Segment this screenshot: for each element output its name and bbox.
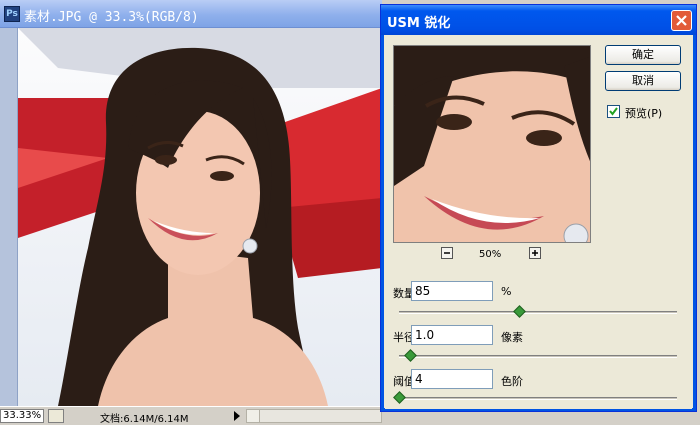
canvas-left-margin	[0, 28, 18, 406]
preview-face-closeup	[394, 46, 590, 242]
radius-slider-track[interactable]	[399, 355, 677, 358]
dialog-body: 50% 确定 取消 预览(P) 数量(A): 85 % 半径(R): 1.0 像…	[385, 35, 692, 409]
status-bar: 33.33% 文档:6.14M/6.14M	[0, 406, 382, 425]
amount-unit: %	[501, 285, 512, 298]
radius-input[interactable]: 1.0	[411, 325, 493, 345]
zoom-out-button[interactable]	[441, 247, 453, 259]
preview-label: 预览(P)	[625, 107, 663, 120]
preview-zoom-level: 50%	[479, 249, 502, 260]
document-title: 素材.JPG @ 33.3%(RGB/8)	[24, 10, 199, 25]
background-red-stripe-right	[278, 198, 382, 278]
status-arrow-icon[interactable]	[232, 410, 242, 422]
status-navigator-button[interactable]	[48, 409, 64, 423]
earring	[242, 238, 258, 254]
preview-window[interactable]	[393, 45, 591, 243]
radius-slider-thumb[interactable]	[404, 349, 417, 362]
document-size-info: 文档:6.14M/6.14M	[100, 414, 189, 425]
scroll-left-button[interactable]	[247, 410, 260, 422]
horizontal-scrollbar[interactable]	[246, 409, 382, 423]
threshold-slider-thumb[interactable]	[393, 391, 406, 404]
dialog-titlebar[interactable]: USM 锐化	[381, 5, 696, 35]
threshold-slider-track[interactable]	[399, 397, 677, 400]
document-titlebar[interactable]: Ps 素材.JPG @ 33.3%(RGB/8)	[0, 0, 382, 28]
cancel-button[interactable]: 取消	[605, 71, 681, 91]
amount-input[interactable]: 85	[411, 281, 493, 301]
image-canvas[interactable]	[18, 28, 382, 406]
close-button[interactable]	[671, 10, 692, 31]
document-window: Ps 素材.JPG @ 33.3%(RGB/8) 33.33% 文档:6.14M…	[0, 0, 382, 425]
zoom-out-icon	[444, 252, 450, 254]
left-eye	[155, 155, 177, 165]
amount-slider-track[interactable]	[399, 311, 677, 314]
close-icon	[676, 15, 687, 26]
zoom-level-field[interactable]: 33.33%	[0, 409, 44, 423]
photoshop-app-icon: Ps	[4, 6, 20, 22]
photo-portrait	[18, 28, 382, 406]
checkbox-checked-icon	[609, 107, 618, 116]
unsharp-mask-dialog: USM 锐化 50% 确定 取消 预览(P) 85 % 1.0 像素 4 色阶	[380, 4, 697, 412]
threshold-unit: 色阶	[501, 375, 523, 388]
ok-button[interactable]: 确定	[605, 45, 681, 65]
right-eye	[210, 171, 234, 181]
radius-unit: 像素	[501, 331, 523, 344]
zoom-in-button[interactable]	[529, 247, 541, 259]
dialog-title: USM 锐化	[387, 16, 451, 31]
amount-slider-thumb[interactable]	[512, 305, 526, 318]
zoom-in-icon	[532, 250, 538, 256]
threshold-input[interactable]: 4	[411, 369, 493, 389]
preview-checkbox[interactable]	[607, 105, 620, 118]
